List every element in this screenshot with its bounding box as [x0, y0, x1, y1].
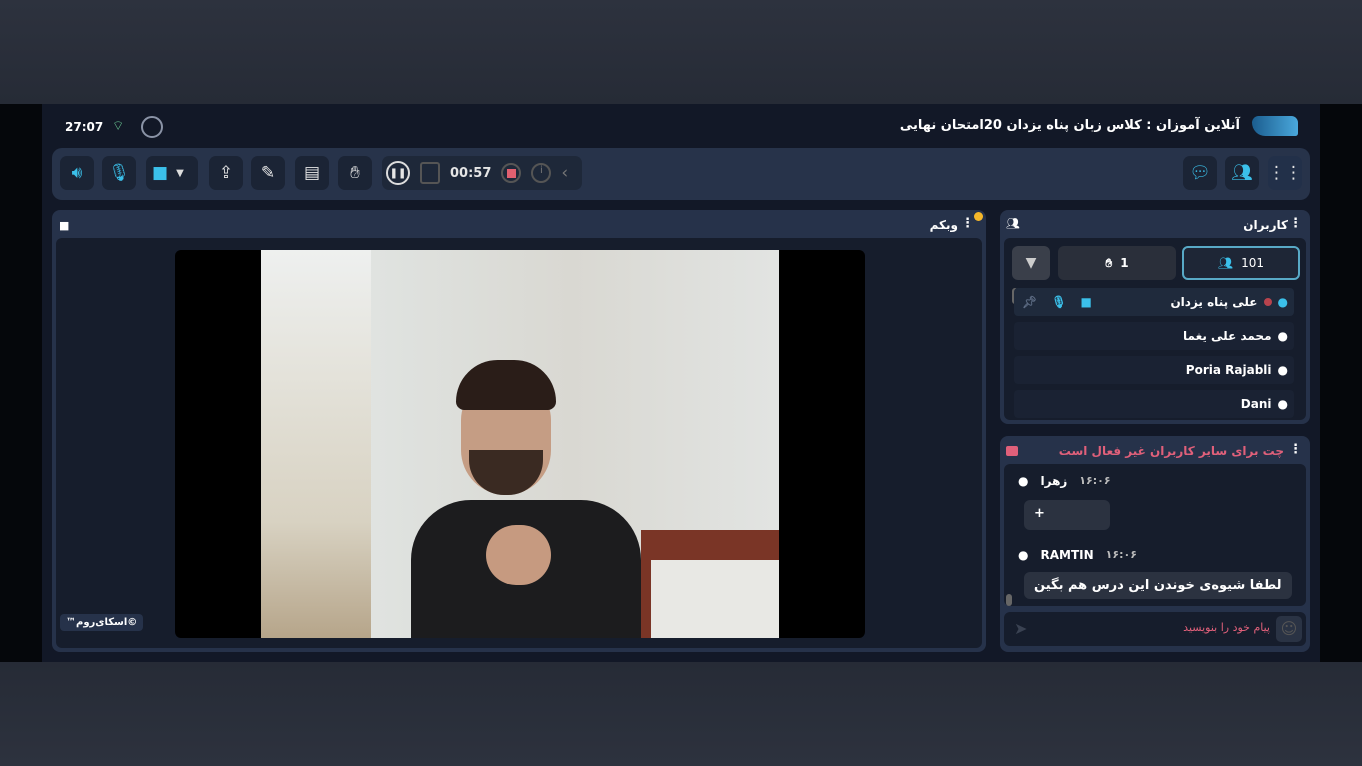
pin-icon[interactable]: 📌︎: [1022, 295, 1037, 309]
message-time: ۱۶:۰۶: [1105, 548, 1137, 561]
emoji-button[interactable]: ☺: [1276, 616, 1302, 642]
chat-message-bubble: لطفا شیوه‌ی خوندن این درس هم بگین: [1024, 572, 1292, 599]
hand-icon: ✋︎: [1105, 255, 1113, 270]
toolbar: 🔊︎ 🎙︎ ■ ▼ ⇪ ✎ ▤ ✋︎ ❚❚ 00:57 i ‹ 💬︎ 👥︎ ⋮⋮: [52, 148, 1310, 200]
stop-record-button[interactable]: [501, 163, 522, 183]
recording-group: ❚❚ 00:57 i ‹: [382, 156, 582, 190]
all-users-tab[interactable]: 👥︎ 101: [1182, 246, 1300, 280]
user-icon: ●: [1018, 474, 1029, 488]
pause-icon[interactable]: ❚❚: [386, 161, 410, 185]
chat-input-bar: ➤ پیام خود را بنویسید ☺: [1004, 612, 1306, 646]
chat-message-bubble: +: [1024, 500, 1110, 530]
user-icon: ●: [1277, 295, 1288, 309]
chevron-left-icon[interactable]: ‹: [561, 163, 568, 183]
chat-menu-icon[interactable]: ⋮: [1289, 442, 1302, 457]
file-icon[interactable]: [420, 162, 440, 184]
webcam-menu-icon[interactable]: ⋮: [961, 216, 974, 231]
camera-button[interactable]: ■ ▼: [146, 156, 198, 190]
user-item[interactable]: ● محمد علی یغما: [1014, 322, 1294, 350]
user-name: محمد علی یغما: [1183, 329, 1272, 343]
screen-mode-icon[interactable]: [141, 116, 163, 138]
user-name: Poria Rajabli: [1185, 363, 1272, 377]
chat-panel: ⋮ چت برای سایر کاربران غیر فعال است ● زهر…: [1000, 436, 1310, 652]
background-top: [0, 0, 1362, 104]
files-button[interactable]: ▤: [295, 156, 329, 190]
camera-icon[interactable]: ■: [1080, 295, 1091, 309]
webcam-panel: ■ وبکم ⋮ ©اسکای‌روم™: [52, 210, 986, 652]
page-title: آنلاین آموزان : کلاس زبان پناه یزدان 20ا…: [899, 118, 1240, 133]
info-icon[interactable]: i: [531, 163, 552, 183]
chat-message-header: ● زهرا ۱۶:۰۶: [1018, 474, 1111, 488]
message-sender: RAMTIN: [1040, 548, 1094, 562]
chat-message-header: ● RAMTIN ۱۶:۰۶: [1018, 548, 1137, 562]
users-panel: ⋮ کاربران 👥︎ 👥︎ 101 ✋︎ 1 ▼ ● علی پناه یزدا…: [1000, 210, 1310, 424]
user-item[interactable]: ● Poria Rajabli: [1014, 356, 1294, 384]
send-icon[interactable]: ➤: [1014, 619, 1027, 638]
user-icon: ●: [1277, 363, 1288, 377]
status-dot: [1263, 298, 1272, 306]
app-window: 27:07 ⌔ آنلاین آموزان : کلاس زبان پناه ی…: [42, 104, 1320, 662]
users-icon: 👥︎: [1217, 256, 1234, 270]
chat-disabled-notice: چت برای سایر کاربران غیر فعال است: [1058, 444, 1284, 458]
raised-hands-count: 1: [1120, 256, 1129, 270]
users-count: 101: [1241, 256, 1265, 270]
user-name: Dani: [1240, 397, 1272, 411]
letterbox-left: [0, 104, 42, 662]
message-sender: زهرا: [1040, 474, 1068, 488]
mic-button[interactable]: 🎙︎: [102, 156, 136, 190]
message-input[interactable]: پیام خود را بنویسید: [1183, 621, 1270, 634]
user-icon: ●: [1277, 329, 1288, 343]
share-screen-button[interactable]: ⇪: [209, 156, 243, 190]
whiteboard-button[interactable]: ✎: [251, 156, 285, 190]
notification-dot: [974, 212, 983, 221]
message-time: ۱۶:۰۶: [1079, 474, 1111, 487]
user-icon: ●: [1277, 397, 1288, 411]
speaker-button[interactable]: 🔊︎: [60, 156, 94, 190]
user-icon: ●: [1018, 548, 1029, 562]
users-menu-icon[interactable]: ⋮: [1289, 216, 1302, 231]
users-toggle-button[interactable]: 👥︎: [1225, 156, 1259, 190]
chat-scrollbar[interactable]: [1006, 594, 1012, 606]
letterbox-right: [1320, 104, 1362, 662]
record-timer: 00:57: [450, 165, 492, 181]
chat-toggle-button[interactable]: 💬︎: [1183, 156, 1217, 190]
raised-hands-tab[interactable]: ✋︎ 1: [1058, 246, 1176, 280]
logo: [1252, 116, 1298, 136]
users-list-area: 👥︎ 101 ✋︎ 1 ▼ ● علی پناه یزدان ■ 🎙︎ 📌︎ ● مح…: [1004, 238, 1306, 420]
video-feed: [261, 250, 779, 638]
user-name: علی پناه یزدان: [1170, 295, 1258, 309]
users-icon: 👥︎: [1006, 217, 1020, 230]
mic-icon[interactable]: 🎙︎: [1051, 295, 1066, 309]
video-frame: [175, 250, 865, 638]
filter-button[interactable]: ▼: [1012, 246, 1050, 280]
chat-disabled-icon: [1006, 446, 1018, 456]
apps-grid-button[interactable]: ⋮⋮: [1268, 156, 1302, 190]
camera-icon: ■: [152, 163, 169, 183]
users-title: کاربران: [1243, 218, 1288, 232]
raise-hand-button[interactable]: ✋︎: [338, 156, 372, 190]
user-item[interactable]: ● علی پناه یزدان ■ 🎙︎ 📌︎: [1014, 288, 1294, 316]
webcam-title: وبکم: [929, 218, 958, 232]
chevron-down-icon[interactable]: ▼: [176, 168, 184, 179]
user-item[interactable]: ● Dani: [1014, 390, 1294, 418]
session-clock: 27:07: [65, 120, 104, 134]
signal-icon: ⌔: [112, 119, 125, 134]
chat-messages: ● زهرا ۱۶:۰۶ + ● RAMTIN ۱۶:۰۶ لطفا شیوه‌ی خو…: [1004, 464, 1306, 606]
webcam-area: ©اسکای‌روم™: [56, 238, 982, 648]
video-icon: ■: [59, 219, 70, 232]
skyroom-watermark: ©اسکای‌روم™: [60, 614, 144, 631]
background-bottom: [0, 662, 1362, 766]
